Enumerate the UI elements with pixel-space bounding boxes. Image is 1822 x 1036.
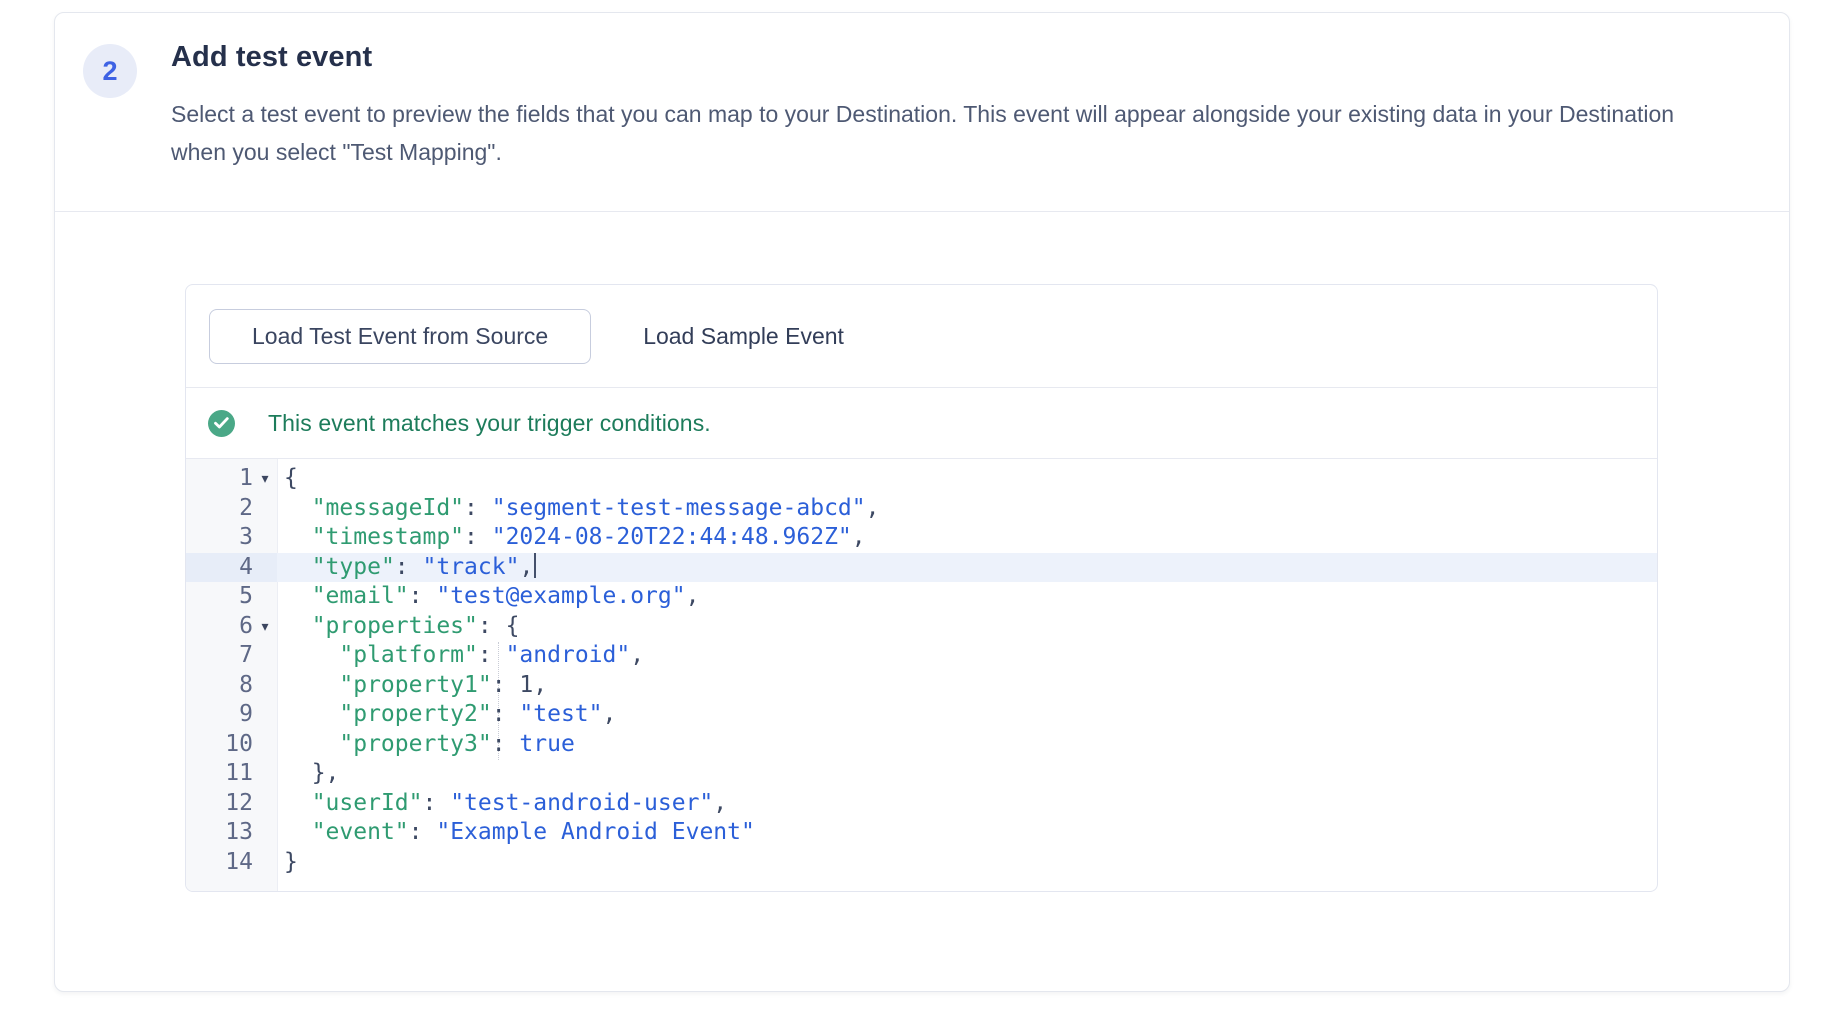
fold-spacer [253, 494, 277, 524]
editor-line[interactable]: 3 "timestamp": "2024-08-20T22:44:48.962Z… [186, 523, 1657, 553]
fold-spacer [253, 671, 277, 701]
code-line[interactable]: "userId": "test-android-user", [277, 789, 727, 819]
editor-line[interactable]: 5 "email": "test@example.org", [186, 582, 1657, 612]
line-number: 3 [239, 523, 253, 553]
editor-gutter: 9 [186, 700, 277, 730]
editor-gutter: 11 [186, 759, 277, 789]
text-cursor [534, 553, 536, 578]
check-circle-icon [208, 410, 235, 437]
load-sample-event-button[interactable]: Load Sample Event [591, 309, 896, 364]
code-line[interactable]: "platform": "android", [277, 641, 644, 671]
editor-line[interactable]: 7 "platform": "android", [186, 641, 1657, 671]
editor-line[interactable]: 14} [186, 848, 1657, 878]
step-header: 2 Add test event Select a test event to … [55, 13, 1789, 171]
code-line[interactable]: } [277, 848, 298, 878]
editor-gutter: 1▾ [186, 464, 277, 494]
editor-gutter: 12 [186, 789, 277, 819]
step-card: 2 Add test event Select a test event to … [54, 12, 1790, 992]
editor-line[interactable]: 6▾ "properties": { [186, 612, 1657, 642]
code-line[interactable]: "property1": 1, [277, 671, 547, 701]
line-number: 1 [239, 464, 253, 494]
editor-gutter: 2 [186, 494, 277, 524]
code-line[interactable]: "timestamp": "2024-08-20T22:44:48.962Z", [277, 523, 866, 553]
trigger-match-status: This event matches your trigger conditio… [186, 388, 1657, 458]
editor-line[interactable]: 13 "event": "Example Android Event" [186, 818, 1657, 848]
fold-spacer [253, 730, 277, 760]
code-line[interactable]: { [277, 464, 298, 494]
line-number: 8 [239, 671, 253, 701]
line-number: 12 [225, 789, 253, 819]
event-source-toolbar: Load Test Event from Source Load Sample … [186, 285, 1657, 387]
fold-spacer [253, 641, 277, 671]
line-number: 11 [225, 759, 253, 789]
editor-gutter: 4 [186, 553, 277, 583]
line-number: 6 [239, 612, 253, 642]
line-number: 2 [239, 494, 253, 524]
code-line[interactable]: "type": "track", [277, 553, 536, 583]
editor-gutter: 8 [186, 671, 277, 701]
code-line[interactable]: "properties": { [277, 612, 519, 642]
line-number: 10 [225, 730, 253, 760]
line-number: 7 [239, 641, 253, 671]
editor-line[interactable]: 12 "userId": "test-android-user", [186, 789, 1657, 819]
code-line[interactable]: "property3": true [277, 730, 575, 760]
fold-spacer [253, 582, 277, 612]
fold-toggle-icon[interactable]: ▾ [253, 612, 277, 642]
editor-line[interactable]: 11 }, [186, 759, 1657, 789]
editor-gutter: 5 [186, 582, 277, 612]
editor-gutter: 7 [186, 641, 277, 671]
editor-gutter: 3 [186, 523, 277, 553]
code-line[interactable]: "messageId": "segment-test-message-abcd"… [277, 494, 879, 524]
step-number-badge: 2 [83, 44, 137, 98]
editor-gutter: 10 [186, 730, 277, 760]
editor-line[interactable]: 1▾{ [186, 464, 1657, 494]
code-line[interactable]: }, [277, 759, 339, 789]
json-editor[interactable]: 1▾{2 "messageId": "segment-test-message-… [186, 458, 1657, 891]
editor-line[interactable]: 9 "property2": "test", [186, 700, 1657, 730]
fold-toggle-icon[interactable]: ▾ [253, 464, 277, 494]
line-number: 4 [239, 553, 253, 583]
line-number: 13 [225, 818, 253, 848]
fold-spacer [253, 553, 277, 583]
line-number: 5 [239, 582, 253, 612]
fold-spacer [253, 523, 277, 553]
editor-line[interactable]: 8 "property1": 1, [186, 671, 1657, 701]
test-event-panel: Load Test Event from Source Load Sample … [185, 284, 1658, 892]
editor-line[interactable]: 10 "property3": true [186, 730, 1657, 760]
editor-line[interactable]: 2 "messageId": "segment-test-message-abc… [186, 494, 1657, 524]
code-line[interactable]: "email": "test@example.org", [277, 582, 699, 612]
load-test-event-button[interactable]: Load Test Event from Source [209, 309, 591, 364]
code-line[interactable]: "property2": "test", [277, 700, 616, 730]
code-line[interactable]: "event": "Example Android Event" [277, 818, 755, 848]
line-number: 9 [239, 700, 253, 730]
editor-gutter: 13 [186, 818, 277, 848]
step-description: Select a test event to preview the field… [171, 95, 1709, 171]
fold-spacer [253, 848, 277, 878]
editor-line[interactable]: 4 "type": "track", [186, 553, 1657, 583]
fold-spacer [253, 759, 277, 789]
line-number: 14 [225, 848, 253, 878]
editor-gutter: 6▾ [186, 612, 277, 642]
fold-spacer [253, 818, 277, 848]
trigger-match-message: This event matches your trigger conditio… [268, 410, 711, 437]
editor-gutter: 14 [186, 848, 277, 878]
fold-spacer [253, 700, 277, 730]
step-title: Add test event [171, 41, 1709, 74]
fold-spacer [253, 789, 277, 819]
